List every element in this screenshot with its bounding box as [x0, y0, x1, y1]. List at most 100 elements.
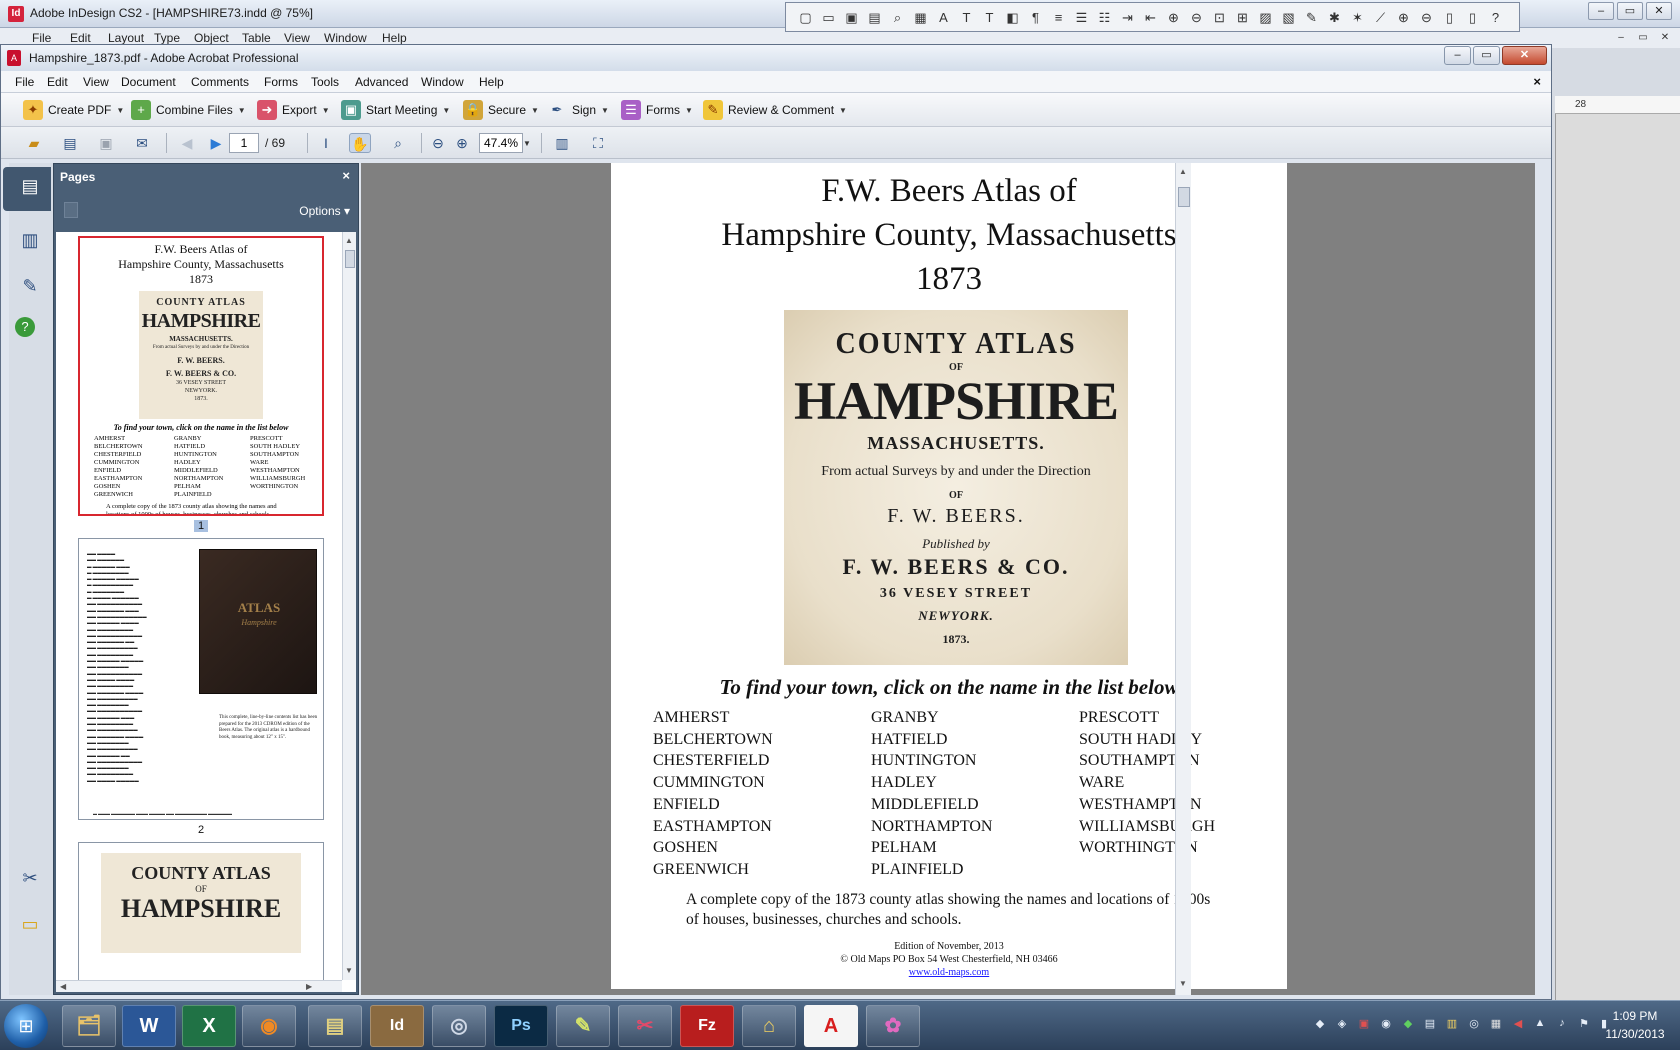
folder-taskbar-button[interactable]: ▤	[308, 1005, 362, 1047]
scroll-right-icon[interactable]: ▶	[306, 982, 312, 991]
print-icon[interactable]: ▤	[59, 133, 81, 153]
snipping-taskbar-button[interactable]: ✂	[618, 1005, 672, 1047]
scroll-left-icon[interactable]: ◀	[60, 982, 66, 991]
tray-app-icon[interactable]: ◉	[1378, 1017, 1394, 1033]
thumbnail-horizontal-scrollbar[interactable]: ◀ ▶	[56, 980, 342, 992]
indesign-menu-help[interactable]: Help	[382, 31, 407, 45]
export-button[interactable]: ➜ Export ▼	[257, 99, 330, 121]
fit-width-icon[interactable]: ▥	[551, 133, 573, 153]
tray-app-icon[interactable]: ◆	[1400, 1017, 1416, 1033]
text-frame-icon[interactable]: ⊡	[1210, 8, 1229, 27]
print-icon[interactable]: ▤	[865, 8, 884, 27]
numbered-list-icon[interactable]: ☷	[1095, 8, 1114, 27]
comments-icon[interactable]: ▭	[15, 909, 45, 939]
town-link-southampton[interactable]: SOUTHAMPTON	[1079, 750, 1215, 772]
page-number-input[interactable]: 1	[229, 133, 259, 153]
town-link-prescott[interactable]: PRESCOTT	[1079, 707, 1215, 729]
town-link-huntington[interactable]: HUNTINGTON	[871, 750, 992, 772]
attachments-icon[interactable]: ✂	[15, 863, 45, 893]
select-text-icon[interactable]: I	[315, 133, 337, 153]
close-panel-icon[interactable]: ×	[342, 168, 350, 183]
table-icon[interactable]: ⊞	[1233, 8, 1252, 27]
clock-time[interactable]: 1:09 PM	[1600, 1009, 1670, 1023]
town-link-goshen[interactable]: GOSHEN	[653, 837, 773, 859]
start-meeting-button[interactable]: ▣ Start Meeting ▼	[341, 99, 450, 121]
scroll-up-icon[interactable]: ▲	[1179, 167, 1187, 176]
camera-taskbar-button[interactable]: ◎	[432, 1005, 486, 1047]
fit-page-icon[interactable]: ⛶	[587, 133, 609, 153]
town-link-pelham[interactable]: PELHAM	[871, 837, 992, 859]
town-link-ware[interactable]: WARE	[1079, 772, 1215, 794]
menu-document[interactable]: Document	[121, 75, 176, 89]
options-menu[interactable]: Options ▾	[299, 204, 350, 218]
spread-icon[interactable]: ▯	[1463, 8, 1482, 27]
zoom-out-icon[interactable]: ⊖	[427, 133, 449, 153]
unlink-icon[interactable]: ⊖	[1187, 8, 1206, 27]
town-link-cummington[interactable]: CUMMINGTON	[653, 772, 773, 794]
website-link[interactable]: www.old-maps.com	[909, 967, 989, 978]
menu-advanced[interactable]: Advanced	[355, 75, 408, 89]
network-taskbar-button[interactable]: ⌂	[742, 1005, 796, 1047]
tray-app-icon[interactable]: ▣	[1356, 1017, 1372, 1033]
new-doc-icon[interactable]: ▢	[796, 8, 815, 27]
acrobat-close-button[interactable]: ✕	[1502, 46, 1547, 65]
town-link-middlefield[interactable]: MIDDLEFIELD	[871, 794, 992, 816]
review-comment-button[interactable]: ✎ Review & Comment ▼	[703, 99, 847, 121]
town-link-belchertown[interactable]: BELCHERTOWN	[653, 729, 773, 751]
sign-button[interactable]: ✒ Sign ▼	[547, 99, 609, 121]
town-link-worthington[interactable]: WORTHINGTON	[1079, 837, 1215, 859]
town-link-granby[interactable]: GRANBY	[871, 707, 992, 729]
menu-edit[interactable]: Edit	[47, 75, 68, 89]
place-icon[interactable]: ▦	[911, 8, 930, 27]
type-size-icon[interactable]: T	[957, 8, 976, 27]
bookmarks-icon[interactable]: ▥	[15, 225, 45, 255]
menu-help[interactable]: Help	[479, 75, 504, 89]
page-icon[interactable]: ▯	[1440, 8, 1459, 27]
tray-app-icon[interactable]: ▥	[1444, 1017, 1460, 1033]
scroll-down-icon[interactable]: ▼	[345, 966, 353, 975]
town-link-hatfield[interactable]: HATFIELD	[871, 729, 992, 751]
clock-date[interactable]: 11/30/2013	[1600, 1027, 1670, 1041]
indesign-taskbar-button[interactable]: Id	[370, 1005, 424, 1047]
help-icon[interactable]: ?	[15, 317, 35, 337]
help-icon[interactable]: ?	[1486, 8, 1505, 27]
scroll-down-icon[interactable]: ▼	[1179, 979, 1187, 988]
acrobat-restore-button[interactable]: ▭	[1473, 46, 1500, 65]
indesign-menu-file[interactable]: File	[32, 31, 51, 45]
type-small-icon[interactable]: T	[980, 8, 999, 27]
scroll-up-icon[interactable]: ▲	[345, 236, 353, 245]
tray-app-icon[interactable]: ◎	[1466, 1017, 1482, 1033]
email-icon[interactable]: ✉	[131, 133, 153, 153]
transform-icon[interactable]: ⟋	[1371, 8, 1390, 27]
indesign-menu-window[interactable]: Window	[324, 31, 367, 45]
align-icon[interactable]: ≡	[1049, 8, 1068, 27]
tray-app-icon[interactable]: ◈	[1334, 1017, 1350, 1033]
tray-app-icon[interactable]: ◆	[1312, 1017, 1328, 1033]
flag-icon[interactable]: ⚑	[1576, 1017, 1592, 1033]
save-icon[interactable]: ▣	[95, 133, 117, 153]
zoom-level-input[interactable]: 47.4%	[479, 133, 523, 153]
doc-close-button[interactable]: ✕	[1656, 32, 1674, 46]
link-icon[interactable]: ⊕	[1164, 8, 1183, 27]
secure-button[interactable]: 🔒 Secure ▼	[463, 99, 539, 121]
acrobat-taskbar-button[interactable]: A	[804, 1005, 858, 1047]
previous-page-icon[interactable]: ◀	[176, 133, 198, 153]
start-button[interactable]: ⊞	[4, 1004, 48, 1048]
maximize-button[interactable]: ▭	[1617, 2, 1643, 20]
menu-window[interactable]: Window	[421, 75, 464, 89]
close-document-icon[interactable]: ×	[1533, 74, 1541, 89]
star-icon[interactable]: ✶	[1348, 8, 1367, 27]
firefox-taskbar-button[interactable]: ◉	[242, 1005, 296, 1047]
combine-files-button[interactable]: + Combine Files ▼	[131, 99, 246, 121]
zoom-in-icon[interactable]: ⊕	[1394, 8, 1413, 27]
marquee-zoom-icon[interactable]: ⌕	[387, 133, 409, 153]
save-icon[interactable]: ▣	[842, 8, 861, 27]
page-thumbnail-3[interactable]: COUNTY ATLAS OF HAMPSHIRE	[78, 842, 324, 992]
town-link-plainfield[interactable]: PLAINFIELD	[871, 859, 992, 881]
next-page-icon[interactable]: ▶	[205, 133, 227, 153]
find-icon[interactable]: ⌕	[888, 8, 907, 27]
document-vertical-scrollbar[interactable]: ▲ ▼	[1175, 163, 1191, 995]
swatch-icon[interactable]: ✱	[1325, 8, 1344, 27]
volume-icon[interactable]: ♪	[1554, 1017, 1570, 1033]
page-thumbnail-2[interactable]: ▬▬ ▬▬▬▬ ▬▬ ▬▬▬▬▬▬ ▬ ▬▬▬▬▬ ▬▬▬ ▬ ▬▬▬▬▬▬▬▬ ▬ ▬…	[78, 538, 324, 820]
